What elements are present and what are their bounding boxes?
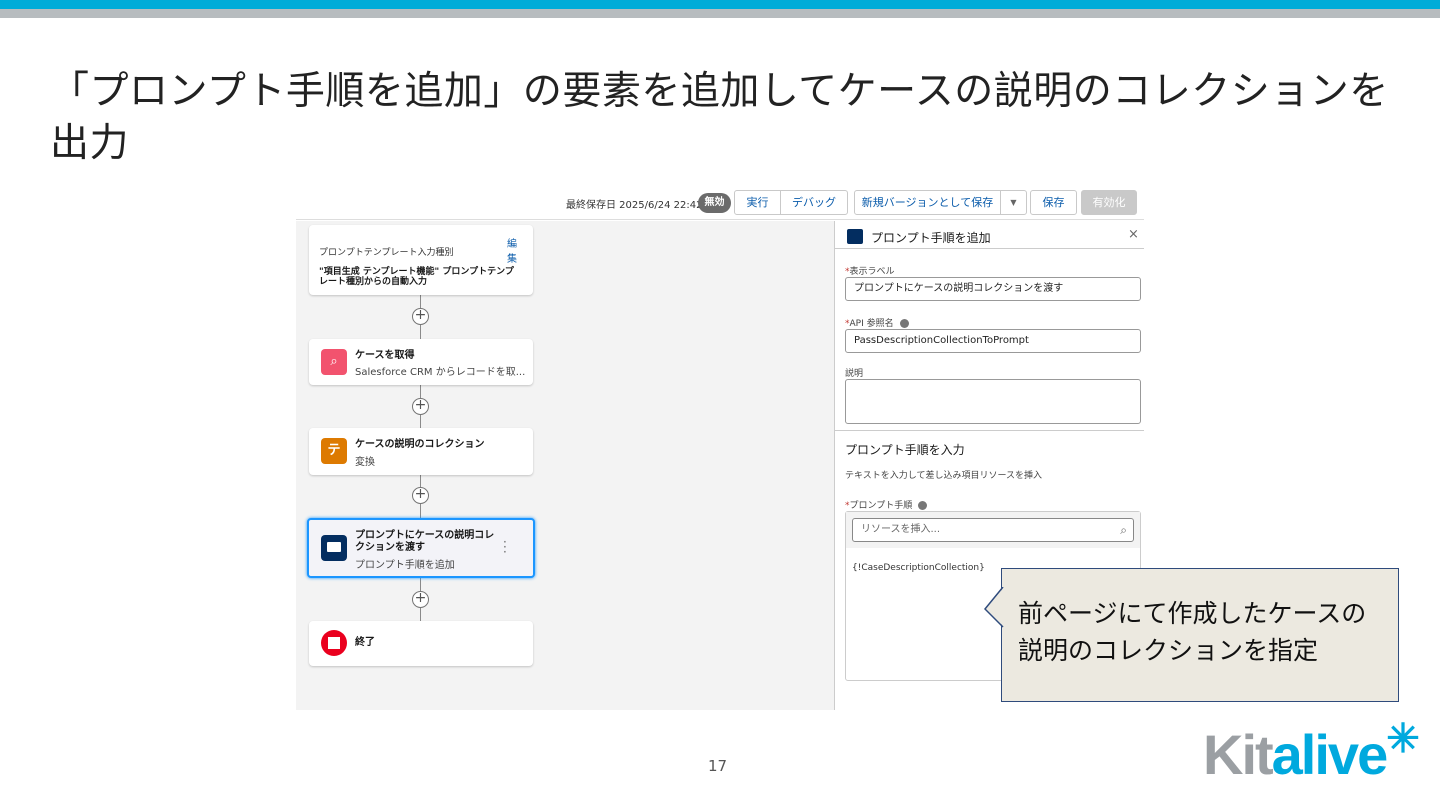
add-element-plus-icon[interactable]: + (412, 487, 429, 504)
callout-text: 前ページにて作成したケースの説明のコレクションを指定 (1018, 599, 1367, 665)
api-name-label: *API 参照名 (845, 316, 909, 329)
callout-pointer (984, 587, 1004, 628)
get-records-icon: ⌕ (321, 349, 347, 375)
add-element-plus-icon[interactable]: + (412, 398, 429, 415)
api-label-text: API 参照名 (849, 319, 894, 329)
run-button[interactable]: 実行 (734, 190, 781, 215)
prompt-icon (321, 535, 347, 561)
callout-annotation: 前ページにて作成したケースの説明のコレクションを指定 (984, 568, 1399, 702)
last-saved: 最終保存日 2025/6/24 22:42 (566, 200, 703, 211)
divider (835, 430, 1144, 431)
flow-canvas: プロンプトテンプレート入力種別 編集 "項目生成 テンプレート機能" プロンプト… (296, 221, 834, 710)
top-accent-bar (0, 0, 1440, 9)
section-title: プロンプト手順を入力 (845, 443, 965, 457)
page-number: 17 (708, 757, 728, 775)
panel-title: プロンプト手順を追加 (871, 231, 991, 245)
kitalive-logo: Kitalive✳ (1203, 717, 1420, 786)
close-icon[interactable]: × (1128, 227, 1139, 242)
start-label: プロンプトテンプレート入力種別 (319, 248, 454, 258)
section-help: テキストを入力して差し込み項目リソースを挿入 (845, 471, 1043, 481)
end-icon (321, 630, 347, 656)
transform-icon: テ (321, 438, 347, 464)
label-text: 表示ラベル (849, 267, 895, 277)
search-icon[interactable]: ⌕ (1120, 519, 1127, 541)
add-element-plus-icon[interactable]: + (412, 308, 429, 325)
info-icon[interactable] (899, 319, 909, 328)
slide-title: 「プロンプト手順を追加」の要素を追加してケースの説明のコレクションを出力 (50, 69, 1389, 166)
description-label: 説明 (845, 369, 864, 379)
edit-link[interactable]: 編集 (507, 237, 519, 267)
more-actions-icon[interactable]: · · · (503, 536, 507, 558)
start-value: "項目生成 テンプレート機能" プロンプトテンプレート種別からの自動入力 (319, 267, 514, 287)
panel-header: プロンプト手順を追加 × (835, 221, 1144, 249)
flow-node-end[interactable]: 終了 (309, 621, 533, 666)
label-input[interactable]: プロンプトにケースの説明コレクションを渡す (845, 277, 1141, 301)
resource-search-input[interactable]: リソースを挿入... ⌕ (852, 518, 1134, 542)
node-subtitle: 変換 (355, 457, 375, 468)
flow-node-get-records[interactable]: ⌕ ケースを取得 Salesforce CRM からレコードを取... (309, 339, 533, 385)
save-new-version-button[interactable]: 新規バージョンとして保存 (854, 190, 1001, 215)
debug-button[interactable]: デバッグ (780, 190, 848, 215)
label-field-label: *表示ラベル (845, 267, 895, 277)
save-button[interactable]: 保存 (1030, 190, 1077, 215)
node-title: ケースを取得 (355, 350, 415, 361)
resource-bar: リソースを挿入... ⌕ (846, 512, 1140, 548)
chevron-down-icon[interactable]: ▼ (1000, 190, 1027, 215)
description-textarea[interactable] (845, 379, 1141, 424)
flow-node-transform[interactable]: テ ケースの説明のコレクション 変換 (309, 428, 533, 475)
api-name-input[interactable]: PassDescriptionCollectionToPrompt (845, 329, 1141, 353)
prompt-icon (847, 229, 863, 244)
node-title: プロンプトにケースの説明コレクションを渡す (355, 530, 495, 553)
node-title: ケースの説明のコレクション (355, 439, 485, 450)
start-card[interactable]: プロンプトテンプレート入力種別 編集 "項目生成 テンプレート機能" プロンプト… (309, 225, 533, 295)
top-gray-bar (0, 9, 1440, 18)
activate-button[interactable]: 有効化 (1081, 190, 1137, 215)
prompt-label-text: プロンプト手順 (849, 501, 913, 511)
prompt-text[interactable]: {!CaseDescriptionCollection} (852, 563, 985, 573)
status-badge: 無効 (698, 193, 731, 213)
node-title: 終了 (355, 637, 375, 648)
node-subtitle: Salesforce CRM からレコードを取... (355, 367, 526, 378)
node-subtitle: プロンプト手順を追加 (355, 560, 455, 571)
resource-placeholder: リソースを挿入... (861, 524, 941, 535)
toolbar: 最終保存日 2025/6/24 22:42 無効 実行 デバッグ 新規バージョン… (296, 188, 1144, 220)
add-element-plus-icon[interactable]: + (412, 591, 429, 608)
prompt-label: *プロンプト手順 (845, 498, 928, 511)
info-icon[interactable] (918, 501, 928, 510)
flow-node-prompt-selected[interactable]: プロンプトにケースの説明コレクションを渡す プロンプト手順を追加 · · · (307, 518, 535, 578)
